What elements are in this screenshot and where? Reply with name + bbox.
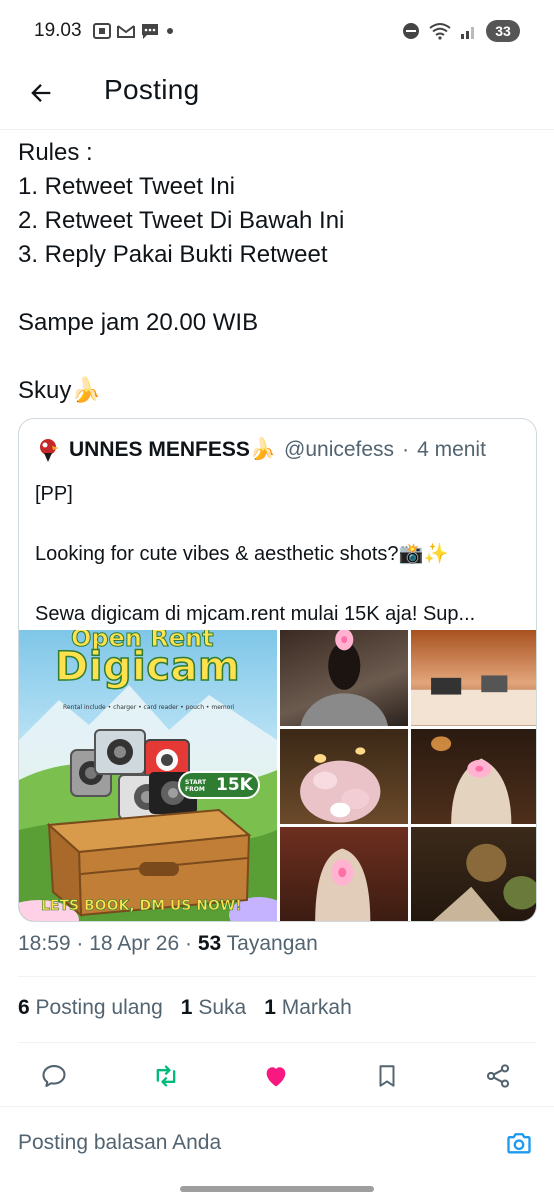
top-app-bar: Posting xyxy=(0,64,554,130)
dot-icon xyxy=(167,28,173,34)
post-meta: 18:59 · 18 Apr 26 · 53 Tayangan xyxy=(18,932,318,956)
status-bar: 19.03 33 xyxy=(0,0,554,64)
post-text: Rules : 1. Retweet Tweet Ini 2. Retweet … xyxy=(18,139,345,404)
reply-icon xyxy=(42,1065,66,1087)
message-icon xyxy=(142,24,158,39)
poster-include-text: Rental include • charger • card reader •… xyxy=(63,704,235,711)
back-button[interactable] xyxy=(24,76,58,110)
quoted-post-media[interactable]: Open Rent Digicam Rental include • charg… xyxy=(19,630,536,921)
dnd-icon xyxy=(403,23,419,39)
likes-count: 1 xyxy=(180,996,193,1019)
quoted-author-handle: @unicefess xyxy=(284,438,395,461)
likes-label: Suka xyxy=(198,996,247,1019)
clock: 19.03 xyxy=(34,20,82,41)
bookmarks-label: Markah xyxy=(281,996,352,1019)
action-bar xyxy=(0,1052,554,1100)
bookmarks-stat[interactable]: 1 Markah xyxy=(264,996,352,1020)
wifi-icon xyxy=(429,23,451,40)
post-time: 18:59 xyxy=(18,932,71,955)
reposts-count: 6 xyxy=(18,996,30,1019)
post-date: 18 Apr 26 xyxy=(89,932,180,955)
photo-tile xyxy=(280,728,408,825)
camera-button[interactable] xyxy=(504,1129,534,1162)
photo-tile xyxy=(280,827,408,921)
screenshot-icon xyxy=(93,23,111,39)
reposts-label: Posting ulang xyxy=(35,996,163,1019)
separator: · xyxy=(185,932,192,955)
separator: · xyxy=(402,438,410,461)
photo-tile xyxy=(280,630,408,726)
photo-tile xyxy=(410,827,536,921)
divider xyxy=(18,976,536,977)
gmail-icon xyxy=(117,25,135,38)
camera-icon xyxy=(507,1133,531,1154)
repost-button[interactable] xyxy=(150,1060,182,1092)
photo-tile xyxy=(410,728,536,825)
reply-composer: Posting balasan Anda xyxy=(0,1106,554,1180)
like-button[interactable] xyxy=(260,1060,292,1092)
page-title: Posting xyxy=(104,74,200,105)
engagement-stats: 6 Posting ulang 1 Suka 1 Markah xyxy=(18,996,352,1020)
quoted-post-time: 4 menit xyxy=(417,438,486,461)
signal-icon xyxy=(461,27,474,39)
reply-input[interactable]: Posting balasan Anda xyxy=(18,1131,221,1155)
notification-icons xyxy=(92,22,176,40)
avatar xyxy=(40,439,59,462)
bookmarks-count: 1 xyxy=(264,996,276,1019)
poster-headline-2: Digicam xyxy=(54,643,241,691)
quoted-post[interactable]: UNNES MENFESS🍌 @unicefess · 4 menit [PP]… xyxy=(18,418,537,922)
repost-icon xyxy=(156,1065,176,1087)
gesture-bar[interactable] xyxy=(180,1186,374,1192)
quoted-post-body: [PP] Looking for cute vibes & aesthetic … xyxy=(35,483,476,625)
share-icon xyxy=(486,1064,510,1088)
photo-tile xyxy=(410,630,536,726)
poster-start-from: START FROM xyxy=(185,779,207,793)
system-icons: 33 xyxy=(402,20,520,42)
battery-indicator: 33 xyxy=(486,20,520,42)
digicam-poster-image[interactable]: Open Rent Digicam Rental include • charg… xyxy=(19,630,277,921)
separator: · xyxy=(76,932,84,955)
views-count: 53 xyxy=(197,932,222,955)
bookmark-icon xyxy=(379,1065,395,1087)
views-label: Tayangan xyxy=(226,932,318,955)
reply-button[interactable] xyxy=(38,1060,70,1092)
poster-price: 15K xyxy=(216,775,253,795)
photo-collage-image[interactable] xyxy=(280,630,536,921)
poster-cta: LETS BOOK, DM US NOW! xyxy=(41,898,242,915)
arrow-left-icon xyxy=(31,84,51,102)
quoted-author-name: UNNES MENFESS🍌 xyxy=(69,438,277,461)
likes-stat[interactable]: 1 Suka xyxy=(181,996,246,1020)
divider xyxy=(18,1042,536,1043)
share-button[interactable] xyxy=(482,1060,514,1092)
quoted-post-header: UNNES MENFESS🍌 @unicefess · 4 menit xyxy=(35,437,486,463)
reposts-stat[interactable]: 6 Posting ulang xyxy=(18,996,163,1020)
bookmark-button[interactable] xyxy=(371,1060,403,1092)
heart-icon xyxy=(266,1067,286,1087)
